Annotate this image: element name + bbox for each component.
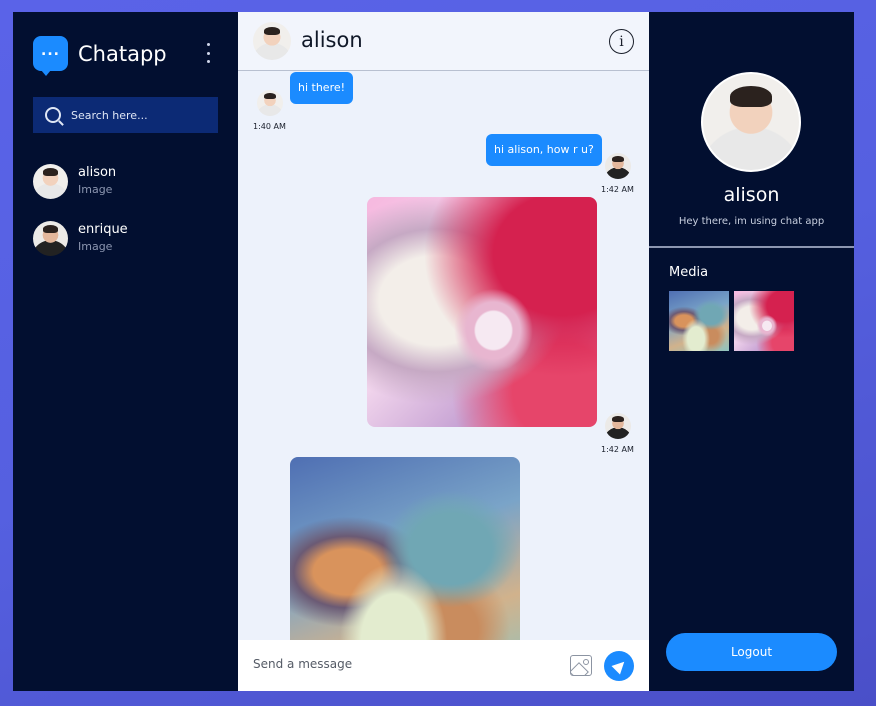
profile-panel: alison Hey there, im using chat app Medi…	[649, 12, 854, 691]
divider	[649, 246, 854, 248]
message-time: 1:42 AM	[601, 445, 634, 454]
avatar	[605, 153, 631, 179]
chat-header: alison i	[238, 12, 649, 71]
contact-name: enrique	[78, 222, 128, 237]
media-thumbnail[interactable]	[734, 291, 794, 351]
profile-avatar	[701, 72, 801, 172]
avatar	[33, 221, 68, 256]
info-icon[interactable]: i	[609, 29, 634, 54]
image-upload-icon[interactable]	[570, 655, 592, 676]
media-title: Media	[669, 265, 709, 280]
contact-preview: Image	[78, 240, 113, 253]
chat-title: alison	[301, 28, 363, 52]
media-thumbnail[interactable]	[669, 291, 729, 351]
contact-preview: Image	[78, 183, 113, 196]
contact-item-enrique[interactable]: enrique Image	[33, 221, 128, 256]
chat-bubble-icon: ...	[33, 36, 68, 76]
avatar	[257, 90, 283, 116]
contact-text: enrique Image	[78, 221, 128, 256]
logout-button[interactable]: Logout	[666, 633, 837, 671]
avatar[interactable]	[253, 22, 291, 60]
message-composer	[238, 640, 649, 691]
message-image[interactable]	[367, 197, 597, 427]
sidebar: ... Chatapp alison Image enrique Image	[13, 12, 238, 691]
app-name: Chatapp	[78, 41, 167, 66]
message-image[interactable]	[290, 457, 520, 640]
contact-item-alison[interactable]: alison Image	[33, 164, 116, 199]
message-list[interactable]: hi there! 1:40 AM hi alison, how r u? 1:…	[238, 72, 649, 640]
send-button[interactable]	[604, 651, 634, 681]
kebab-menu-icon[interactable]	[202, 43, 214, 63]
brand: ... Chatapp	[33, 36, 167, 76]
message-bubble-outgoing: hi alison, how r u?	[486, 134, 602, 166]
contact-text: alison Image	[78, 164, 116, 199]
profile-status: Hey there, im using chat app	[678, 216, 825, 227]
send-icon	[611, 657, 629, 675]
chat-panel: alison i hi there! 1:40 AM hi alison, ho…	[238, 12, 649, 691]
message-time: 1:42 AM	[601, 185, 634, 194]
contact-name: alison	[78, 165, 117, 180]
message-input[interactable]	[253, 657, 553, 671]
message-time: 1:40 AM	[253, 122, 286, 131]
search-box	[33, 97, 218, 133]
profile-name: alison	[723, 184, 780, 206]
search-icon	[45, 107, 61, 123]
avatar	[33, 164, 68, 199]
chat-app-window: ... Chatapp alison Image enrique Image	[13, 12, 854, 691]
search-input[interactable]	[71, 108, 201, 122]
avatar	[605, 413, 631, 439]
message-bubble-incoming: hi there!	[290, 72, 354, 104]
